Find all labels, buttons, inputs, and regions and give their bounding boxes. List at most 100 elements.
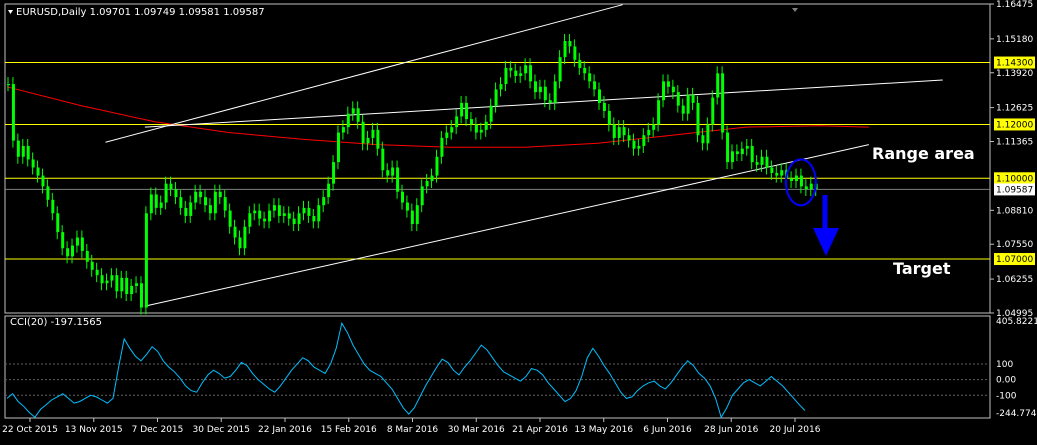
- price-bar: [149, 194, 153, 214]
- price-bar: [21, 145, 25, 157]
- level-price-label: 1.07000: [996, 255, 1033, 265]
- price-bar: [307, 207, 311, 216]
- price-bar: [450, 127, 454, 133]
- price-bar: [332, 162, 336, 184]
- price-bar: [666, 81, 670, 87]
- price-bar: [612, 124, 616, 138]
- price-bar: [248, 213, 252, 227]
- price-bar: [204, 197, 207, 206]
- price-bar: [322, 197, 326, 206]
- price-bar: [31, 159, 35, 168]
- price-bar: [558, 57, 562, 82]
- price-bar: [391, 167, 395, 176]
- price-bar: [770, 167, 774, 173]
- time-axis-label: 21 Apr 2016: [512, 425, 568, 435]
- price-bar: [553, 81, 557, 103]
- price-bar: [602, 102, 606, 111]
- price-bar: [607, 110, 611, 125]
- price-bar: [341, 127, 345, 133]
- price-bar: [799, 175, 803, 187]
- price-bar: [637, 145, 641, 149]
- cci-axis-label: 0.00: [996, 376, 1016, 386]
- price-bar: [100, 275, 104, 284]
- price-bar: [686, 94, 690, 114]
- time-axis-label: 30 Mar 2016: [448, 425, 505, 435]
- price-bar: [445, 132, 449, 138]
- price-bar: [514, 70, 518, 77]
- level-price-label: 1.14300: [996, 59, 1033, 69]
- cci-axis-label: -100: [996, 391, 1017, 401]
- price-bar: [56, 213, 60, 233]
- price-bar: [740, 148, 744, 155]
- price-bar: [41, 175, 45, 187]
- price-bar: [199, 191, 203, 198]
- price-axis-label: 1.13920: [996, 69, 1033, 79]
- price-bar: [208, 205, 212, 214]
- price-bar: [66, 248, 70, 257]
- price-bar: [238, 237, 242, 249]
- price-bar: [51, 199, 55, 214]
- price-bar: [701, 135, 705, 144]
- price-bar: [750, 145, 754, 163]
- time-axis-label: 22 Oct 2015: [2, 425, 58, 435]
- price-bar: [652, 124, 656, 130]
- price-bar: [268, 210, 272, 222]
- price-bar: [642, 135, 646, 146]
- time-axis-label: 15 Feb 2016: [321, 425, 377, 435]
- price-bar: [593, 81, 597, 90]
- price-bar: [228, 210, 232, 227]
- price-axis-label: 1.12625: [996, 104, 1033, 114]
- price-bar: [632, 140, 636, 149]
- price-bar: [346, 113, 350, 128]
- price-bar: [430, 175, 434, 181]
- price-bar: [524, 65, 528, 74]
- price-bar: [16, 140, 20, 157]
- price-bar: [243, 226, 247, 249]
- price-bar: [469, 119, 473, 125]
- price-bar: [479, 129, 483, 133]
- price-axis-label: 1.15180: [996, 35, 1033, 45]
- time-axis-label: 13 May 2016: [574, 425, 633, 435]
- price-bar: [494, 89, 498, 106]
- price-bar: [548, 100, 552, 103]
- price-bar: [159, 202, 163, 208]
- price-bar: [425, 180, 429, 187]
- price-bar: [282, 213, 286, 216]
- price-bar: [80, 237, 84, 251]
- time-axis-label: 20 Jul 2016: [770, 425, 821, 435]
- price-bar: [460, 102, 464, 117]
- price-bar: [356, 108, 360, 122]
- price-bar: [696, 102, 700, 136]
- price-bar: [213, 191, 217, 214]
- price-bar: [795, 175, 798, 181]
- price-bar: [110, 275, 114, 281]
- time-axis-label: 30 Dec 2015: [193, 425, 251, 435]
- price-bar: [410, 210, 414, 225]
- time-axis-label: 28 Jun 2016: [704, 425, 758, 435]
- price-bar: [130, 285, 134, 295]
- price-bar: [465, 102, 469, 120]
- price-bar: [361, 121, 365, 144]
- price-bar: [474, 124, 478, 133]
- price-bar: [164, 183, 168, 203]
- price-bar: [194, 191, 198, 203]
- price-bar: [386, 170, 390, 176]
- price-bar: [563, 41, 567, 58]
- price-bar: [297, 213, 301, 225]
- price-bar: [676, 92, 680, 106]
- price-bar: [809, 183, 813, 190]
- price-bar: [189, 202, 193, 216]
- price-bar: [144, 213, 148, 308]
- price-bar: [671, 86, 675, 93]
- price-bar: [716, 73, 720, 98]
- price-bar: [405, 202, 409, 211]
- price-bar: [706, 124, 710, 144]
- price-bar: [105, 280, 109, 284]
- price-bar: [139, 283, 143, 308]
- price-bar: [371, 129, 375, 138]
- target-annotation: Target: [893, 259, 951, 278]
- price-bar: [588, 73, 592, 82]
- price-bar: [435, 156, 439, 176]
- price-bar: [179, 197, 183, 208]
- price-bar: [174, 189, 178, 198]
